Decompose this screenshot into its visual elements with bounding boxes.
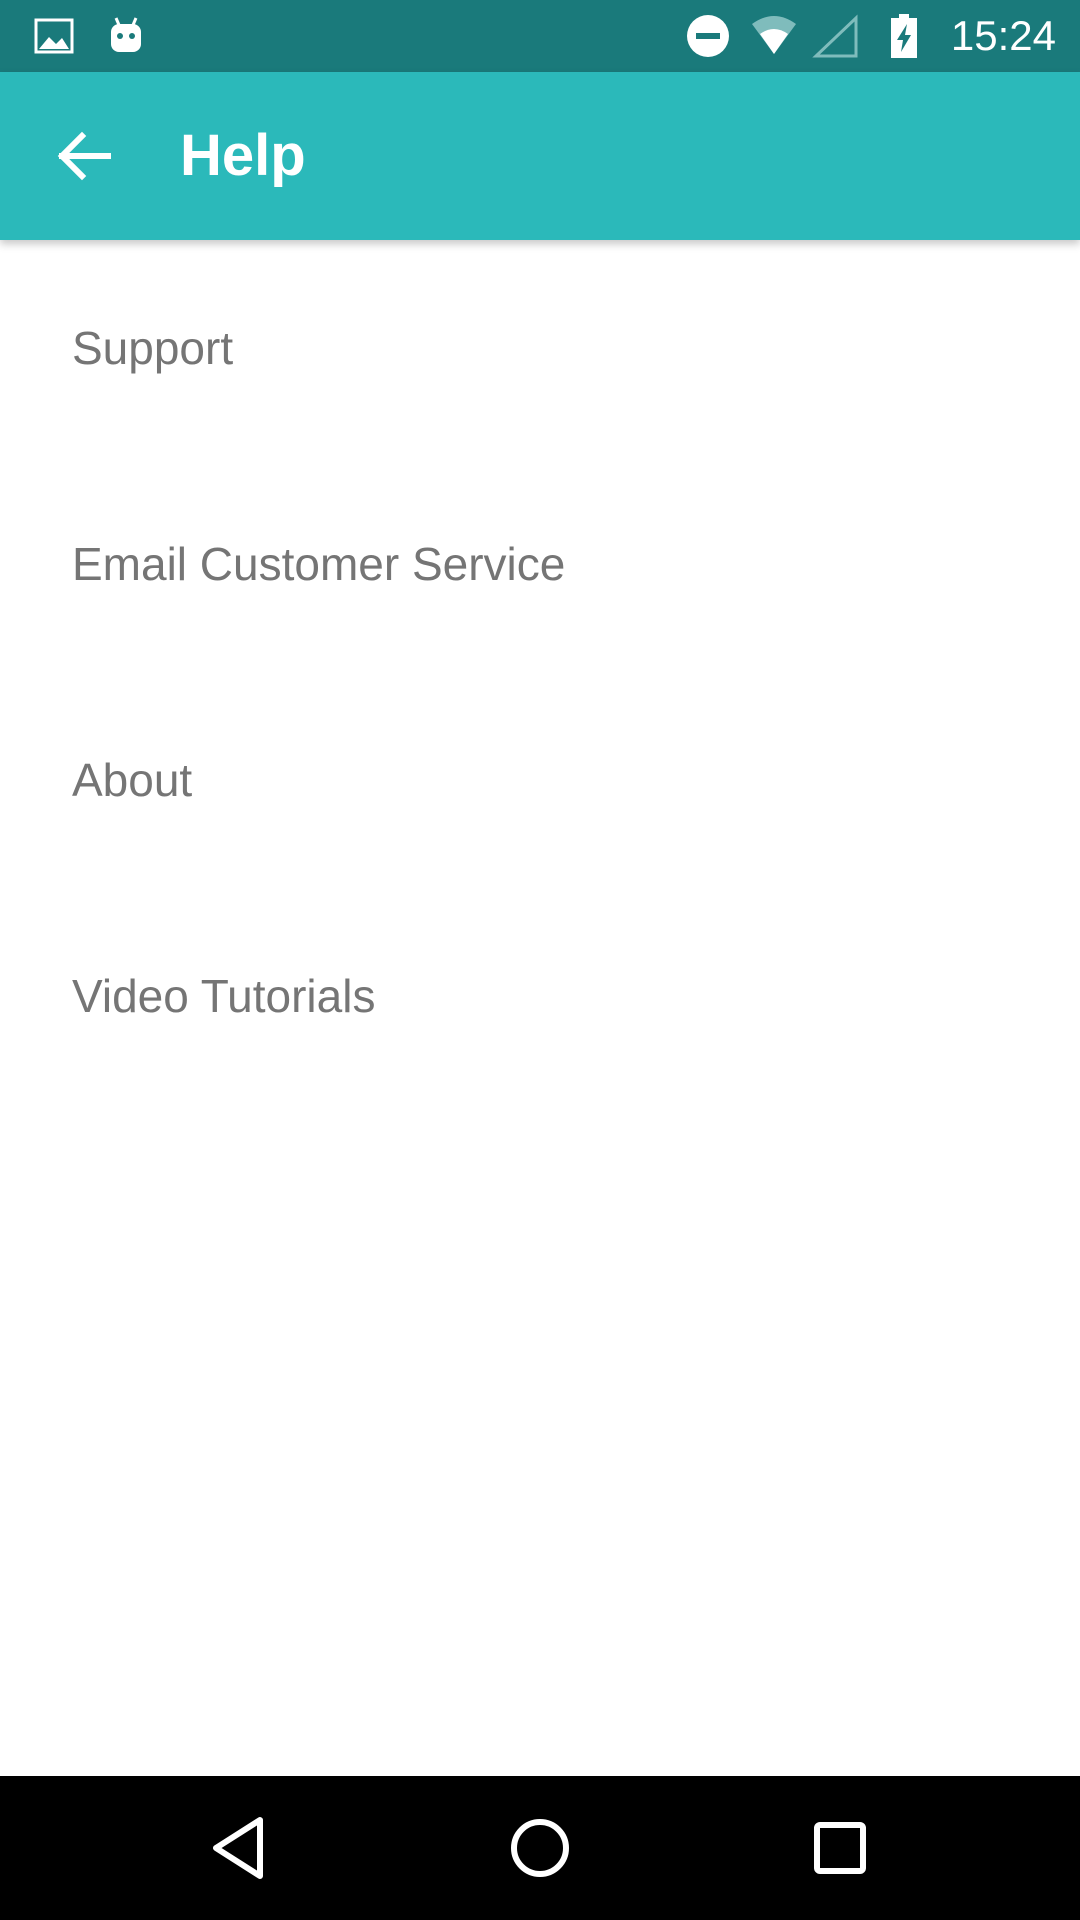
- nav-back-button[interactable]: [200, 1808, 280, 1888]
- image-icon: [30, 12, 78, 60]
- menu-item-label: Video Tutorials: [72, 970, 376, 1022]
- menu-item-label: About: [72, 754, 193, 806]
- nav-recents-button[interactable]: [800, 1808, 880, 1888]
- menu-item-label: Support: [72, 322, 234, 374]
- home-circle-icon: [511, 1819, 569, 1877]
- menu-item-support[interactable]: Support: [0, 240, 1080, 456]
- navigation-bar: [0, 1776, 1080, 1920]
- recents-square-icon: [814, 1822, 866, 1874]
- app-bar: Help: [0, 72, 1080, 240]
- cell-signal-icon: [812, 12, 860, 60]
- menu-item-email-customer-service[interactable]: Email Customer Service: [0, 456, 1080, 672]
- nav-home-button[interactable]: [500, 1808, 580, 1888]
- android-icon: [102, 12, 150, 60]
- battery-charging-icon: [880, 12, 928, 60]
- do-not-disturb-icon: [684, 12, 732, 60]
- menu-item-about[interactable]: About: [0, 672, 1080, 888]
- page-title: Help: [180, 123, 306, 188]
- back-button[interactable]: [44, 116, 124, 196]
- back-triangle-icon: [213, 1817, 263, 1879]
- status-time: 15:24: [950, 12, 1056, 59]
- status-bar: 15:24: [0, 0, 1080, 72]
- menu-item-label: Email Customer Service: [72, 538, 566, 590]
- wifi-icon: [750, 12, 798, 60]
- arrow-back-icon: [57, 131, 111, 181]
- menu-item-video-tutorials[interactable]: Video Tutorials: [0, 888, 1080, 1104]
